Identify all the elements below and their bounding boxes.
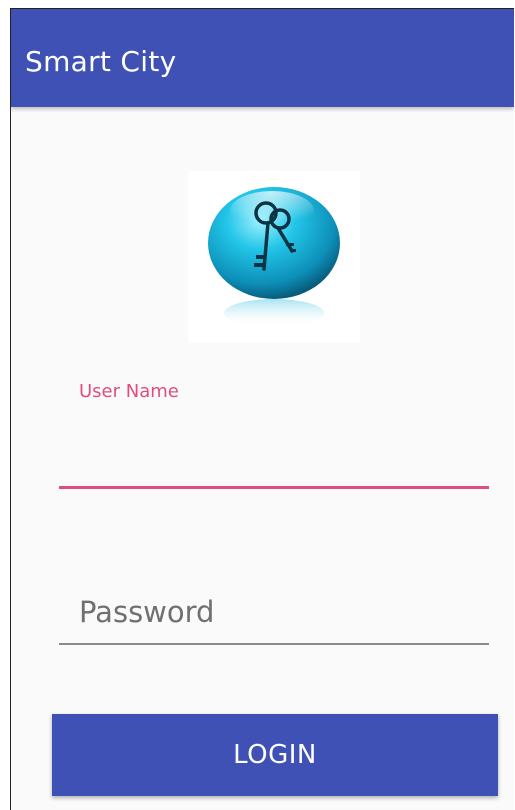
login-button[interactable]: LOGIN xyxy=(52,714,498,796)
key-icon xyxy=(208,187,340,327)
app-title: Smart City xyxy=(25,45,177,78)
logo xyxy=(188,171,360,343)
password-field[interactable] xyxy=(59,581,489,645)
username-field[interactable] xyxy=(59,429,489,489)
username-label: User Name xyxy=(79,381,179,402)
app-screen: Smart City User Name LOGIN xyxy=(10,8,514,810)
app-bar: Smart City xyxy=(11,9,514,107)
